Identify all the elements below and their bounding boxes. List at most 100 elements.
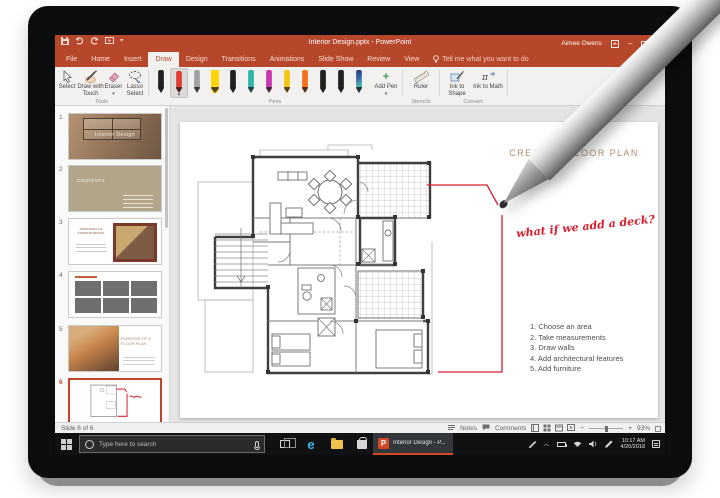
powerpoint-taskbar-button[interactable]: P Interior Design - P... xyxy=(373,433,453,455)
ruler-icon xyxy=(406,69,436,84)
add-pen-button[interactable]: + Add Pen ▾ xyxy=(373,69,399,98)
microphone-icon[interactable] xyxy=(254,440,260,450)
highlighter-pen[interactable] xyxy=(206,68,224,98)
ribbon-display-options-icon[interactable] xyxy=(610,35,619,53)
ink-to-math-button[interactable]: π Ink to Math xyxy=(473,69,503,91)
task-view-icon xyxy=(280,438,296,448)
slide-show-icon[interactable] xyxy=(567,423,576,434)
lasso-select-button[interactable]: Lasso Select xyxy=(123,69,147,98)
pen[interactable] xyxy=(224,68,242,98)
pen[interactable] xyxy=(242,68,260,98)
zoom-in-button[interactable]: + xyxy=(628,425,632,432)
ribbon-group-tools: Select Draw with Touch Eraser ▾ Lasso Se… xyxy=(55,67,148,106)
tab-design[interactable]: Design xyxy=(179,52,215,67)
edge-button[interactable]: e xyxy=(299,433,323,455)
battery-icon[interactable] xyxy=(556,441,567,447)
tab-animations[interactable]: Animations xyxy=(263,52,312,67)
select-tool[interactable]: Select xyxy=(57,69,77,91)
slide-sorter-icon[interactable] xyxy=(543,424,551,434)
ink-to-shape-button[interactable]: Ink to Shape xyxy=(442,69,472,98)
tab-slide-show[interactable]: Slide Show xyxy=(311,52,360,67)
ruler-button[interactable]: Ruler xyxy=(406,69,436,91)
slide-canvas[interactable]: CREATE A FLOOR PLAN what if we add a dec… xyxy=(180,122,658,418)
taskbar-search-box[interactable]: Type here to search xyxy=(79,435,265,453)
user-name[interactable]: Aimee Owens xyxy=(561,40,601,47)
step-item: 2. Take measurements xyxy=(530,332,606,342)
draw-with-touch-button[interactable]: Draw with Touch xyxy=(77,69,104,98)
titlebar: ▾ Interior Design.pptx - PowerPoint Aime… xyxy=(55,35,665,52)
thumbnail-slide-4[interactable] xyxy=(68,271,162,318)
add-pen-plus-icon: + xyxy=(382,70,390,83)
search-placeholder: Type here to search xyxy=(99,440,157,448)
page: ▾ Interior Design.pptx - PowerPoint Aime… xyxy=(0,0,720,498)
pen[interactable] xyxy=(314,68,332,98)
tab-view[interactable]: View xyxy=(397,52,426,67)
pen-swatch xyxy=(194,70,200,93)
ribbon: Select Draw with Touch Eraser ▾ Lasso Se… xyxy=(55,67,665,106)
tab-review[interactable]: Review xyxy=(360,52,397,67)
ribbon-group-convert: Ink to Shape π Ink to Math Convert xyxy=(440,67,506,106)
pen[interactable] xyxy=(152,68,170,98)
tab-draw[interactable]: Draw xyxy=(148,52,179,67)
task-view-button[interactable] xyxy=(273,433,297,455)
zoom-slider[interactable] xyxy=(589,425,624,432)
pen-gallery: ▾ xyxy=(152,68,368,98)
step-item: 4. Add architectural features xyxy=(530,353,624,363)
comments-toggle[interactable]: Comments xyxy=(495,425,526,432)
store-button[interactable] xyxy=(351,433,373,455)
wifi-icon[interactable] xyxy=(573,435,582,453)
pen-swatch xyxy=(211,70,219,93)
start-button[interactable] xyxy=(55,433,77,455)
powerpoint-taskbar-label: Interior Design - P... xyxy=(393,440,446,446)
surface-pen-icon[interactable] xyxy=(604,435,614,453)
notes-icon xyxy=(447,424,455,433)
pen[interactable] xyxy=(332,68,350,98)
action-center-icon[interactable] xyxy=(652,440,660,448)
pen[interactable] xyxy=(188,68,206,98)
thumbnail-slide-6[interactable] xyxy=(68,378,162,422)
thumbnail-slide-2[interactable]: CONTENTS xyxy=(68,165,162,212)
slide3-text-lines xyxy=(76,241,106,252)
steps-list: 1. Choose an area 2. Take measurements 3… xyxy=(530,322,623,375)
file-explorer-button[interactable] xyxy=(325,433,349,455)
show-hidden-icons-chevron[interactable]: ︿ xyxy=(544,439,550,448)
pen[interactable] xyxy=(260,68,278,98)
minimize-button[interactable]: – xyxy=(628,39,632,48)
notes-toggle[interactable]: Notes xyxy=(460,425,477,432)
normal-view-icon[interactable] xyxy=(531,423,540,434)
pen[interactable] xyxy=(278,68,296,98)
reading-view-icon[interactable] xyxy=(555,424,564,434)
zoom-level: 93% xyxy=(636,425,650,432)
pen-swatch xyxy=(356,70,362,93)
red-ink-line-side xyxy=(438,215,503,373)
slide6-mini-floorplan xyxy=(90,384,142,417)
volume-icon[interactable] xyxy=(588,435,598,453)
folder-icon xyxy=(331,437,343,449)
tab-file[interactable]: File xyxy=(59,52,84,67)
galaxy-pen[interactable] xyxy=(350,68,368,98)
slide4-heading-bar xyxy=(75,276,97,278)
thumbnail-slide-5[interactable]: PURPOSE OF A FLOOR PLAN xyxy=(68,325,162,372)
pen-selected[interactable]: ▾ xyxy=(170,68,188,98)
ink-workspace-icon[interactable] xyxy=(528,435,537,453)
tell-me-box[interactable]: Tell me what you want to do xyxy=(426,52,535,67)
thumbnail-slide-3[interactable]: PRINCIPLES OF INTERIOR DESIGN xyxy=(68,218,162,265)
pen-swatch xyxy=(230,70,236,93)
thumbnail-scrollbar[interactable] xyxy=(165,108,168,228)
lasso-icon xyxy=(123,69,147,84)
thumbnail-slide-1[interactable]: Interior Design — — — xyxy=(68,113,162,160)
draw-with-touch-icon xyxy=(77,69,104,84)
slide-editing-area: CREATE A FLOOR PLAN what if we add a dec… xyxy=(170,106,665,422)
tray-date: 4/20/2018 xyxy=(620,444,645,450)
zoom-slider-thumb[interactable] xyxy=(605,425,608,432)
slide3-photo xyxy=(113,223,157,262)
zoom-out-button[interactable]: − xyxy=(580,425,584,432)
pen[interactable] xyxy=(296,68,314,98)
tab-insert[interactable]: Insert xyxy=(117,52,149,67)
tab-transitions[interactable]: Transitions xyxy=(215,52,263,67)
eraser-button[interactable]: Eraser ▾ xyxy=(104,69,123,98)
pen-swatch xyxy=(338,70,344,93)
fit-slide-to-window-button[interactable] xyxy=(655,425,661,432)
tab-home[interactable]: Home xyxy=(84,52,117,67)
taskbar-clock[interactable]: 10:17 AM 4/20/2018 xyxy=(621,438,645,451)
